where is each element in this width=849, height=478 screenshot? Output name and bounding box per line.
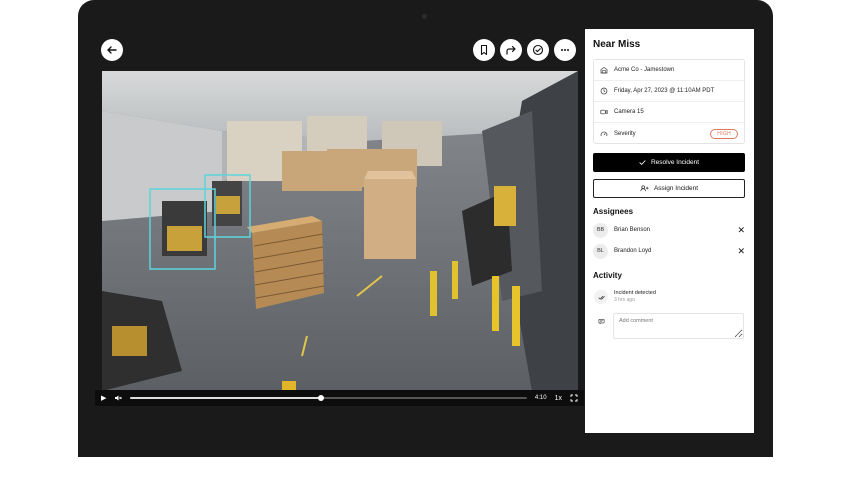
remove-assignee-button[interactable]: ✕ (737, 225, 745, 236)
assign-incident-button[interactable]: Assign Incident (593, 179, 745, 198)
resolve-incident-label: Resolve Incident (650, 159, 700, 166)
info-row-severity: Severity HIGH (594, 123, 744, 144)
double-check-icon (597, 295, 605, 300)
check-circle-icon (532, 44, 544, 56)
camera-name: Camera 15 (614, 109, 644, 115)
site-name: Acme Co - Jamestown (614, 67, 675, 73)
verify-button[interactable] (527, 39, 549, 61)
play-button[interactable]: ▶ (101, 394, 106, 402)
assignee-row: BL Brandon Loyd ✕ (593, 243, 745, 259)
warehouse-icon (600, 67, 608, 74)
arrow-left-icon (107, 46, 117, 54)
comment-icon (598, 318, 604, 324)
assignee-row: BB Brian Benson ✕ (593, 222, 745, 238)
webcam-dot (422, 14, 427, 19)
video-controls: ▶ 4:10 1x (95, 390, 584, 406)
assignee-name: Brandon Loyd (614, 248, 652, 254)
playback-speed-button[interactable]: 1x (555, 395, 562, 402)
info-row-camera: Camera 15 (594, 102, 744, 123)
assignee-name: Brian Benson (614, 227, 651, 233)
comment-icon-wrap (594, 314, 608, 328)
remove-assignee-button[interactable]: ✕ (737, 246, 745, 257)
more-horizontal-icon (561, 49, 569, 51)
gauge-icon (600, 131, 608, 136)
add-user-icon (640, 185, 649, 192)
assign-incident-label: Assign Incident (653, 185, 699, 192)
check-icon (639, 160, 646, 166)
activity-heading: Activity (593, 271, 622, 280)
warehouse-scene (102, 71, 578, 391)
bookmark-icon (480, 44, 488, 56)
fullscreen-icon (570, 394, 578, 402)
resolve-incident-button[interactable]: Resolve Incident (593, 153, 745, 172)
info-row-datetime: Friday, Apr 27, 2023 @ 11:10AM PDT (594, 81, 744, 102)
comment-input[interactable] (613, 313, 744, 339)
video-camera-icon (600, 109, 608, 115)
incident-title: Near Miss (593, 39, 641, 50)
avatar: BL (593, 243, 608, 259)
back-button[interactable] (101, 39, 123, 61)
scrubber-progress (130, 397, 321, 399)
info-row-site: Acme Co - Jamestown (594, 60, 744, 81)
bookmark-button[interactable] (473, 39, 495, 61)
more-button[interactable] (554, 39, 576, 61)
mute-button[interactable] (114, 394, 123, 402)
video-scrubber[interactable] (130, 395, 527, 401)
activity-event-text: Incident detected (614, 290, 656, 296)
fullscreen-button[interactable] (570, 394, 578, 402)
speaker-muted-icon (115, 395, 123, 401)
severity-label: Severity (614, 130, 636, 137)
activity-event-icon-wrap (594, 290, 608, 304)
clock-icon (600, 87, 608, 95)
severity-badge: HIGH (710, 128, 738, 139)
scrubber-handle[interactable] (317, 395, 324, 401)
activity-event-time: 3 hrs ago (614, 297, 635, 303)
incident-video[interactable] (102, 71, 578, 391)
avatar: BB (593, 222, 608, 238)
incident-info-card: Acme Co - Jamestown Friday, Apr 27, 2023… (593, 59, 745, 144)
video-time: 4:10 (534, 395, 547, 401)
assignees-heading: Assignees (593, 207, 634, 216)
incident-panel: Near Miss Acme Co - Jamestown Friday, Ap… (585, 29, 754, 433)
share-arrow-icon (506, 45, 516, 55)
share-button[interactable] (500, 39, 522, 61)
incident-datetime: Friday, Apr 27, 2023 @ 11:10AM PDT (614, 88, 715, 94)
